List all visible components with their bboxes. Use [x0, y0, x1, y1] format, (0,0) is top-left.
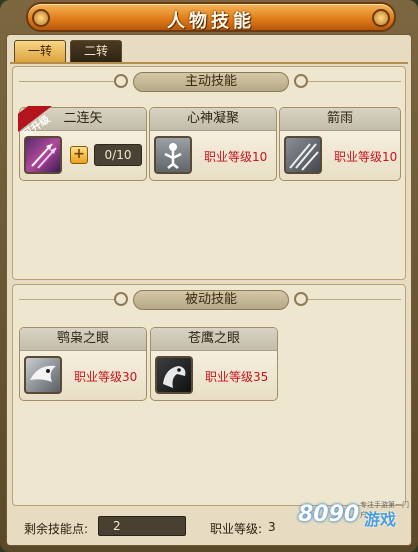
skill-name: 心神凝聚 — [150, 108, 276, 131]
owl-eye-icon[interactable] — [24, 356, 62, 394]
focus-figure-icon[interactable] — [154, 136, 192, 174]
skill-name: 箭雨 — [280, 108, 400, 131]
job-level-label: 职业等级: — [210, 522, 263, 536]
tab-divider — [10, 62, 408, 64]
swirl-ornament-icon — [294, 74, 308, 88]
arrow-rain-icon[interactable] — [284, 136, 322, 174]
skill-requirement: 职业等级10 — [204, 150, 268, 164]
passive-skills-header: 被动技能 — [114, 290, 308, 310]
skill-card-owl-eye[interactable]: 鹗枭之眼 职业等级30 — [19, 327, 147, 401]
swirl-ornament-icon — [294, 292, 308, 306]
skill-name: 苍鹰之眼 — [151, 328, 277, 351]
remaining-points-label: 剩余技能点: — [24, 522, 89, 536]
section-divider-left — [19, 81, 117, 82]
double-arrow-icon[interactable] — [24, 136, 62, 174]
skill-card-double-arrow[interactable]: 二连矢 可升级 + 0/10 — [18, 106, 147, 181]
tab-first-job[interactable]: 一转 — [14, 40, 66, 62]
hawk-eye-icon[interactable] — [155, 356, 193, 394]
title-bar: 人物技能 — [26, 2, 396, 32]
tab-second-job[interactable]: 二转 — [70, 40, 122, 62]
active-skills-header: 主动技能 — [114, 72, 308, 92]
skill-level-display: 0/10 — [94, 144, 142, 166]
skill-card-hawk-eye[interactable]: 苍鹰之眼 职业等级35 — [150, 327, 278, 401]
section-divider-right — [303, 81, 401, 82]
active-skills-section: 主动技能 二连矢 可升级 + 0/10 心神凝聚 职业等级10 箭雨 职业等级1… — [12, 66, 406, 280]
passive-skills-section: 被动技能 鹗枭之眼 职业等级30 苍鹰之眼 职业等级35 — [12, 284, 406, 506]
section-divider-left — [19, 299, 117, 300]
skill-requirement: 职业等级10 — [334, 150, 398, 164]
skill-name: 鹗枭之眼 — [20, 328, 146, 351]
swirl-ornament-icon — [114, 74, 128, 88]
active-skills-title: 主动技能 — [184, 74, 237, 89]
swirl-ornament-icon — [114, 292, 128, 306]
job-level-value: 3 — [268, 520, 276, 534]
section-divider-right — [303, 299, 401, 300]
passive-skills-title: 被动技能 — [184, 292, 237, 307]
site-watermark: 8090 专注手游第一门户 游戏 — [298, 500, 412, 548]
window-title: 人物技能 — [167, 11, 255, 32]
skill-requirement: 职业等级30 — [74, 370, 138, 384]
skill-requirement: 职业等级35 — [205, 370, 269, 384]
skill-card-arrow-rain[interactable]: 箭雨 职业等级10 — [279, 107, 401, 181]
watermark-number: 8090 — [298, 502, 360, 527]
watermark-brand: 游戏 — [364, 510, 397, 529]
remaining-points-field: 2 — [98, 516, 186, 536]
add-skill-point-button[interactable]: + — [70, 146, 88, 164]
skill-card-focus[interactable]: 心神凝聚 职业等级10 — [149, 107, 277, 181]
title-ornament-right-icon — [372, 9, 390, 27]
